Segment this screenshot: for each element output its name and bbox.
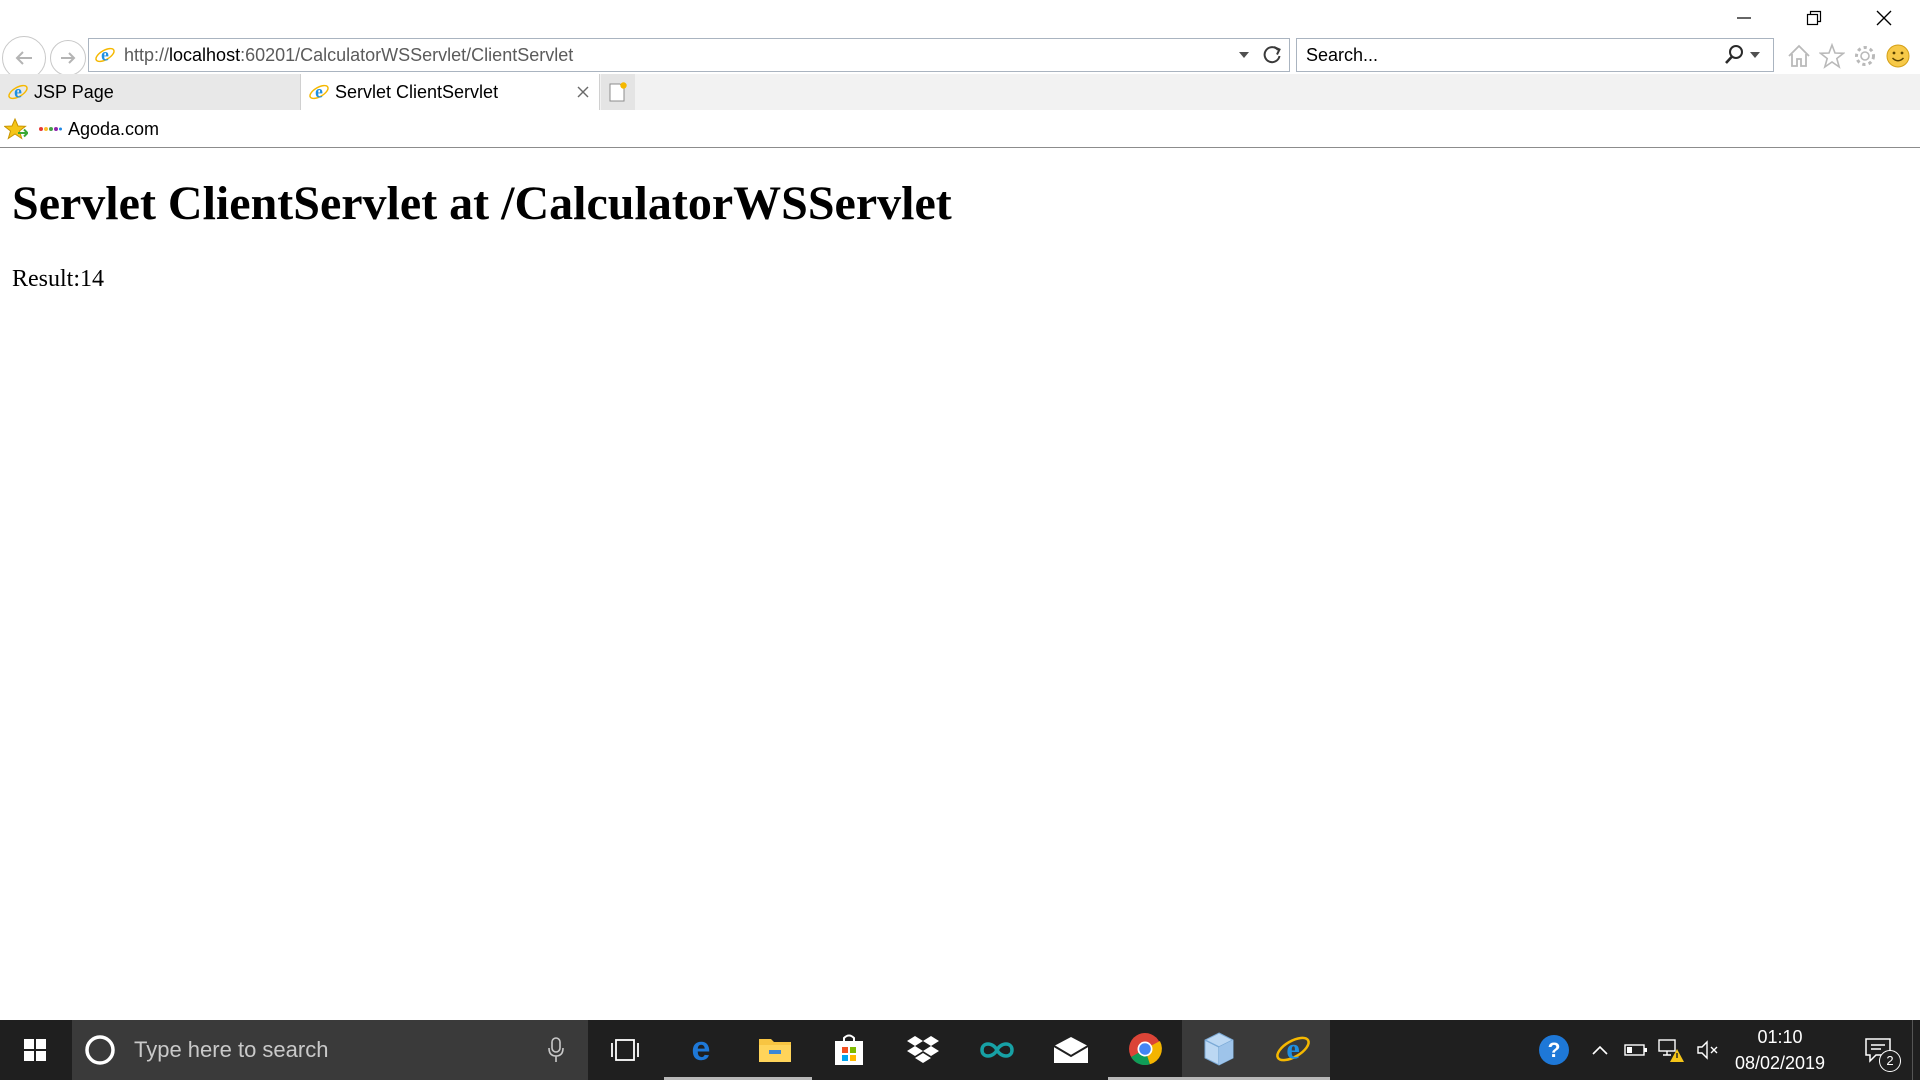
tray-help[interactable]: ? xyxy=(1534,1020,1574,1080)
taskbar-file-explorer[interactable] xyxy=(738,1020,812,1080)
favorite-agoda[interactable]: Agoda.com xyxy=(38,116,159,142)
taskbar-edge[interactable]: e xyxy=(664,1020,738,1080)
restore-icon xyxy=(1806,10,1822,26)
taskbar-search-box[interactable]: Type here to search xyxy=(72,1020,588,1080)
internet-explorer-icon: e xyxy=(1276,1031,1310,1065)
show-hidden-icons-button[interactable] xyxy=(1588,1020,1612,1080)
refresh-icon[interactable] xyxy=(1261,44,1283,66)
taskbar-mail[interactable] xyxy=(1034,1020,1108,1080)
task-view-icon xyxy=(611,1039,639,1061)
forward-button[interactable] xyxy=(50,40,86,76)
show-desktop-button[interactable] xyxy=(1912,1020,1920,1080)
page-heading: Servlet ClientServlet at /CalculatorWSSe… xyxy=(12,177,952,230)
search-icon[interactable] xyxy=(1723,44,1745,66)
taskbar-virtualbox[interactable] xyxy=(1182,1020,1256,1080)
tab-label: Servlet ClientServlet xyxy=(335,81,499,102)
tab-bar: e JSP Page e Servlet ClientServlet xyxy=(0,74,1920,110)
virtualbox-icon xyxy=(1204,1031,1234,1066)
clock-date: 08/02/2019 xyxy=(1734,1053,1826,1073)
chevron-down-icon[interactable] xyxy=(1749,50,1761,60)
start-button[interactable] xyxy=(0,1020,70,1080)
search-box[interactable]: Search... xyxy=(1296,38,1774,72)
chevron-up-icon xyxy=(1592,1045,1608,1055)
action-center-button[interactable]: 2 xyxy=(1852,1020,1904,1080)
store-icon xyxy=(835,1034,863,1065)
tray-battery[interactable] xyxy=(1622,1020,1650,1080)
volume-muted-icon xyxy=(1697,1040,1718,1060)
svg-text:e: e xyxy=(315,82,323,102)
tab-servlet-clientservlet[interactable]: e Servlet ClientServlet xyxy=(300,74,600,110)
close-window-button[interactable] xyxy=(1849,0,1919,36)
microphone-icon[interactable] xyxy=(546,1037,566,1063)
back-arrow-icon xyxy=(15,51,32,65)
network-warning-icon xyxy=(1658,1039,1684,1062)
minimize-button[interactable] xyxy=(1709,0,1779,36)
favorites-bar: Agoda.com xyxy=(0,110,1920,148)
gear-icon xyxy=(1855,46,1875,66)
address-bar[interactable]: e http://localhost:60201/CalculatorWSSer… xyxy=(88,38,1290,72)
edge-icon: e xyxy=(692,1032,711,1066)
task-view-button[interactable] xyxy=(588,1020,662,1080)
taskbar: Type here to search e e ? 01:10 08/02/20… xyxy=(0,1020,1920,1080)
file-explorer-icon xyxy=(759,1038,791,1062)
add-to-favorites-icon[interactable] xyxy=(4,117,28,141)
arduino-icon xyxy=(980,1042,1014,1058)
taskbar-search-placeholder[interactable]: Type here to search xyxy=(134,1037,546,1063)
url-text[interactable]: http://localhost:60201/CalculatorWSServl… xyxy=(124,45,1237,66)
cortana-icon xyxy=(85,1035,115,1065)
favorites-star-icon xyxy=(1819,43,1845,69)
internet-explorer-icon: e xyxy=(95,45,115,65)
new-tab-icon xyxy=(609,82,627,102)
tab-label: JSP Page xyxy=(34,81,114,102)
dropbox-icon xyxy=(907,1036,939,1063)
forward-arrow-icon xyxy=(61,52,76,64)
chrome-icon xyxy=(1129,1032,1162,1065)
page-content: Servlet ClientServlet at /CalculatorWSSe… xyxy=(0,148,1920,1020)
svg-text:?: ? xyxy=(1548,1039,1561,1062)
settings-button[interactable] xyxy=(1851,42,1879,70)
taskbar-clock[interactable]: 01:10 08/02/2019 xyxy=(1720,1024,1840,1076)
home-icon xyxy=(1788,44,1810,67)
mail-icon xyxy=(1053,1037,1089,1063)
favorite-label: Agoda.com xyxy=(68,118,160,139)
result-text: Result:14 xyxy=(12,266,105,292)
internet-explorer-icon: e xyxy=(8,82,28,102)
windows-logo-icon xyxy=(24,1039,46,1061)
feedback-button[interactable] xyxy=(1884,42,1912,70)
taskbar-internet-explorer[interactable]: e xyxy=(1256,1020,1330,1080)
tray-volume[interactable] xyxy=(1694,1020,1722,1080)
clock-time: 01:10 xyxy=(1757,1027,1803,1047)
search-placeholder[interactable]: Search... xyxy=(1306,45,1723,66)
new-tab-button[interactable] xyxy=(601,74,635,110)
taskbar-dropbox[interactable] xyxy=(886,1020,960,1080)
window-titlebar xyxy=(0,0,1920,36)
close-icon xyxy=(1876,10,1892,26)
taskbar-store[interactable] xyxy=(812,1020,886,1080)
chevron-down-icon[interactable] xyxy=(1237,49,1251,61)
close-tab-icon[interactable] xyxy=(575,84,591,100)
battery-icon xyxy=(1624,1044,1647,1056)
taskbar-chrome[interactable] xyxy=(1108,1020,1182,1080)
notification-count-badge: 2 xyxy=(1879,1050,1901,1072)
svg-text:e: e xyxy=(101,45,109,65)
svg-text:e: e xyxy=(692,1032,711,1066)
internet-explorer-icon: e xyxy=(309,82,329,102)
favorites-button[interactable] xyxy=(1818,42,1846,70)
tray-network[interactable] xyxy=(1656,1020,1686,1080)
minimize-icon xyxy=(1737,17,1751,19)
home-button[interactable] xyxy=(1785,42,1813,70)
svg-text:e: e xyxy=(14,82,22,102)
svg-text:e: e xyxy=(1286,1031,1299,1065)
taskbar-arduino[interactable] xyxy=(960,1020,1034,1080)
smiley-feedback-icon xyxy=(1886,44,1910,68)
help-icon: ? xyxy=(1539,1035,1569,1065)
tab-jsp-page[interactable]: e JSP Page xyxy=(0,74,300,110)
restore-button[interactable] xyxy=(1779,0,1849,36)
agoda-icon xyxy=(39,127,62,131)
